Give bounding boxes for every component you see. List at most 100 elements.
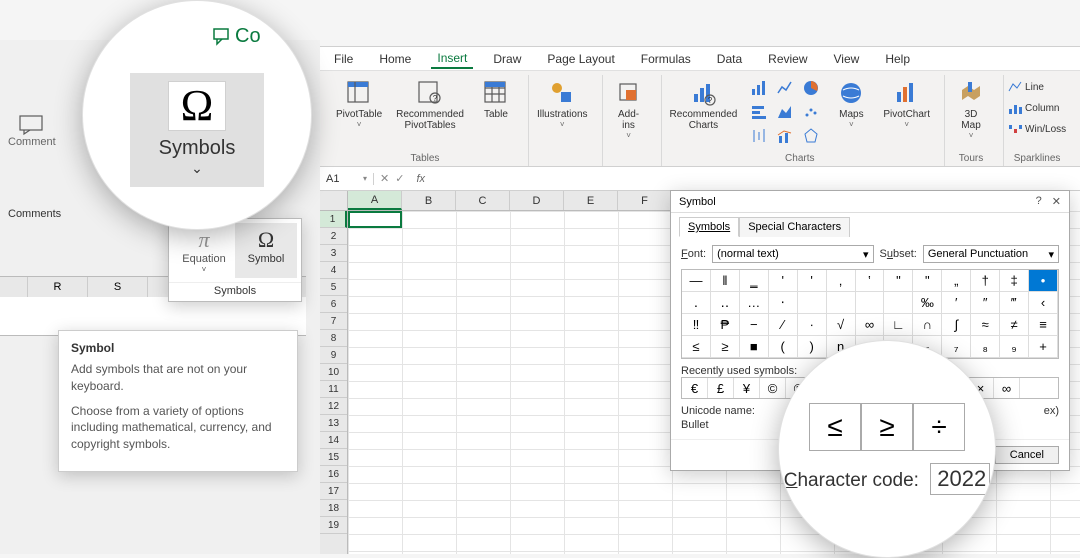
- recent-symbol[interactable]: ∞: [994, 378, 1020, 398]
- symbol-cell[interactable]: ∞: [856, 314, 885, 336]
- recommended-charts-button[interactable]: ? Recommended Charts: [666, 77, 742, 133]
- symbol-cell[interactable]: ∙: [798, 314, 827, 336]
- symbol-cell[interactable]: ∕: [769, 314, 798, 336]
- row-header-4[interactable]: 4: [320, 262, 347, 279]
- symbol-cell[interactable]: ′: [942, 292, 971, 314]
- symbol-cell[interactable]: ₱: [711, 314, 740, 336]
- row-header-13[interactable]: 13: [320, 415, 347, 432]
- recent-symbol[interactable]: ¥: [734, 378, 760, 398]
- tab-page-layout[interactable]: Page Layout: [541, 50, 620, 68]
- subset-select[interactable]: General Punctuation▾: [923, 245, 1059, 263]
- col-header-F[interactable]: F: [618, 191, 672, 210]
- tab-file[interactable]: File: [328, 50, 359, 68]
- comment-button[interactable]: Comment: [8, 114, 56, 148]
- tab-formulas[interactable]: Formulas: [635, 50, 697, 68]
- row-header-15[interactable]: 15: [320, 449, 347, 466]
- row-header-3[interactable]: 3: [320, 245, 347, 262]
- line-chart-icon[interactable]: [773, 77, 797, 99]
- col-header-D[interactable]: D: [510, 191, 564, 210]
- row-header-5[interactable]: 5: [320, 279, 347, 296]
- row-header-2[interactable]: 2: [320, 228, 347, 245]
- symbol-cell[interactable]: ≈: [971, 314, 1000, 336]
- symbol-cell[interactable]: ': [798, 270, 827, 292]
- close-icon[interactable]: ✕: [1052, 195, 1061, 208]
- recent-symbol[interactable]: €: [682, 378, 708, 398]
- symbol-cell[interactable]: √: [827, 314, 856, 336]
- symbol-cell[interactable]: ․: [682, 292, 711, 314]
- symbol-cell[interactable]: ″: [971, 292, 1000, 314]
- row-header-1[interactable]: 1: [320, 211, 347, 228]
- hbar-chart-icon[interactable]: [747, 101, 771, 123]
- symbol-cell[interactable]: ‴: [1000, 292, 1029, 314]
- tab-home[interactable]: Home: [373, 50, 417, 68]
- row-header-8[interactable]: 8: [320, 330, 347, 347]
- symbol-cell[interactable]: ‗: [740, 270, 769, 292]
- tab-special-chars[interactable]: Special Characters: [739, 217, 850, 237]
- tab-draw[interactable]: Draw: [487, 50, 527, 68]
- symbol-cell[interactable]: •: [1029, 270, 1058, 292]
- symbol-cell[interactable]: ': [769, 270, 798, 292]
- symbol-cell[interactable]: ≡: [1029, 314, 1058, 336]
- col-header-E[interactable]: E: [564, 191, 618, 210]
- sparkline-winloss-button[interactable]: Win/Loss: [1008, 119, 1066, 139]
- row-header-12[interactable]: 12: [320, 398, 347, 415]
- symbol-cell[interactable]: ‡: [1000, 270, 1029, 292]
- symbol-cell[interactable]: ∫: [942, 314, 971, 336]
- row-header-6[interactable]: 6: [320, 296, 347, 313]
- symbol-lte[interactable]: ≤: [809, 403, 861, 451]
- row-header-16[interactable]: 16: [320, 466, 347, 483]
- char-code-input[interactable]: 2022: [930, 463, 990, 495]
- symbols-ribbon-button[interactable]: Ω Symbols ⌄: [130, 73, 264, 187]
- select-all-corner[interactable]: [320, 191, 348, 211]
- symbol-cell[interactable]: ≠: [1000, 314, 1029, 336]
- symbol-cell[interactable]: ∩: [913, 314, 942, 336]
- row-header-9[interactable]: 9: [320, 347, 347, 364]
- symbol-cell[interactable]: †: [971, 270, 1000, 292]
- symbol-cell[interactable]: ₉: [1000, 336, 1029, 358]
- symbol-cell[interactable]: ‚: [827, 270, 856, 292]
- area-chart-icon[interactable]: [773, 101, 797, 123]
- symbol-cell[interactable]: ‛: [856, 270, 885, 292]
- col-header-B[interactable]: B: [402, 191, 456, 210]
- symbol-cell[interactable]: ‼: [682, 314, 711, 336]
- col-header-C[interactable]: C: [456, 191, 510, 210]
- symbol-cell[interactable]: [884, 292, 913, 314]
- combo-chart-icon[interactable]: [773, 125, 797, 147]
- tab-help[interactable]: Help: [879, 50, 916, 68]
- symbol-cell[interactable]: ‰: [913, 292, 942, 314]
- symbol-cell[interactable]: —: [682, 270, 711, 292]
- 3d-map-button[interactable]: 3D Map˅: [949, 77, 993, 142]
- tab-symbols[interactable]: Symbols: [679, 217, 739, 237]
- row-header-14[interactable]: 14: [320, 432, 347, 449]
- bar-chart-icon[interactable]: [747, 77, 771, 99]
- symbol-divide[interactable]: ÷: [913, 403, 965, 451]
- cancel-button[interactable]: Cancel: [995, 446, 1059, 464]
- symbol-gte[interactable]: ≥: [861, 403, 913, 451]
- name-box[interactable]: A1▾: [320, 173, 374, 185]
- symbol-cell[interactable]: ≤: [682, 336, 711, 358]
- stock-chart-icon[interactable]: [747, 125, 771, 147]
- illustrations-button[interactable]: Illustrations˅: [533, 77, 592, 131]
- symbol-cell[interactable]: −: [740, 314, 769, 336]
- symbol-cell[interactable]: ∟: [884, 314, 913, 336]
- table-button[interactable]: Table: [474, 77, 518, 122]
- row-header-17[interactable]: 17: [320, 483, 347, 500]
- symbol-option[interactable]: Ω Symbol: [235, 223, 297, 278]
- row-header-7[interactable]: 7: [320, 313, 347, 330]
- row-header-18[interactable]: 18: [320, 500, 347, 517]
- symbol-cell[interactable]: „: [942, 270, 971, 292]
- symbol-cell[interactable]: ■: [740, 336, 769, 358]
- symbol-cell[interactable]: [856, 292, 885, 314]
- recommended-pivottables-button[interactable]: ? Recommended PivotTables: [392, 77, 468, 133]
- maps-button[interactable]: Maps˅: [829, 77, 873, 131]
- tab-insert[interactable]: Insert: [431, 49, 473, 69]
- cancel-formula-icon[interactable]: ✕: [380, 172, 389, 185]
- tab-view[interactable]: View: [828, 50, 866, 68]
- col-header-A[interactable]: A: [348, 191, 402, 210]
- symbol-cell[interactable]: +: [1029, 336, 1058, 358]
- symbol-cell[interactable]: ": [913, 270, 942, 292]
- symbol-cell[interactable]: ‧: [769, 292, 798, 314]
- pivotchart-button[interactable]: PivotChart˅: [879, 77, 934, 131]
- tab-data[interactable]: Data: [711, 50, 748, 68]
- symbol-cell[interactable]: [798, 292, 827, 314]
